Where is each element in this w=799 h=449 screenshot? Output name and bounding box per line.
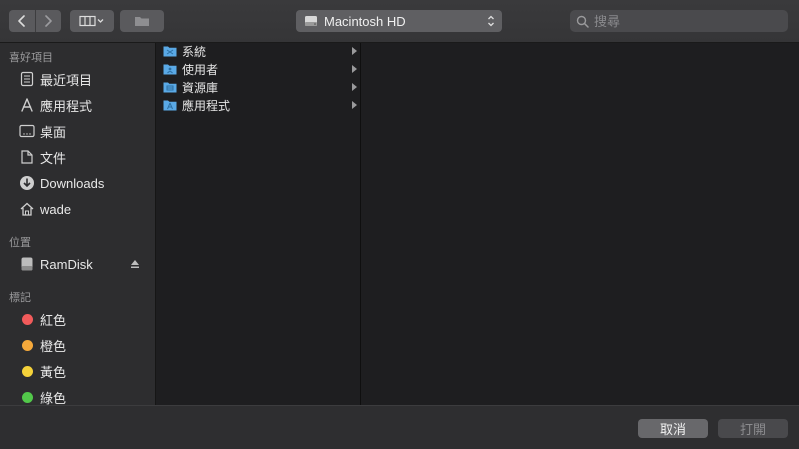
columns-icon: [79, 15, 104, 27]
sidebar-item-label: 紅色: [40, 312, 67, 328]
applications-icon: [18, 96, 36, 114]
sidebar-item-ramdisk[interactable]: RamDisk: [0, 252, 155, 276]
disclosure-arrow-icon: [352, 101, 357, 109]
location-label: Macintosh HD: [324, 13, 406, 29]
tag-orange-icon: [18, 336, 36, 354]
tag-yellow-icon: [18, 362, 36, 380]
new-folder-button[interactable]: [120, 10, 164, 32]
sidebar-item-desktop[interactable]: 桌面: [0, 119, 155, 143]
list-item-users[interactable]: 使用者: [156, 60, 360, 78]
sidebar: 喜好項目 最近項目 應用程式 桌面 文件 Downloads wade 位置 R…: [0, 43, 156, 405]
recents-icon: [18, 70, 36, 88]
tag-dot: [21, 391, 33, 403]
toolbar: Macintosh HD: [0, 0, 799, 43]
forward-button[interactable]: [34, 10, 62, 32]
home-icon: [18, 200, 36, 218]
sidebar-item-label: wade: [40, 201, 72, 217]
sidebar-item-label: 文件: [40, 150, 67, 166]
desktop-icon: [18, 122, 36, 140]
browser-column-1: 系統 使用者 資源庫 應用程式: [156, 43, 361, 405]
sidebar-item-label: 黃色: [40, 364, 67, 380]
cancel-button[interactable]: 取消: [638, 419, 708, 438]
sidebar-item-label: 橙色: [40, 338, 67, 354]
locations-heading: 位置: [9, 237, 31, 249]
sidebar-item-label: 最近項目: [40, 72, 93, 88]
sidebar-item-tag-green[interactable]: 綠色: [0, 385, 155, 405]
back-button[interactable]: [9, 10, 35, 32]
list-item-label: 系統: [182, 44, 207, 59]
sidebar-item-tag-orange[interactable]: 橙色: [0, 333, 155, 357]
open-button[interactable]: 打開: [718, 419, 788, 438]
list-item-applications[interactable]: 應用程式: [156, 96, 360, 114]
disclosure-arrow-icon: [352, 65, 357, 73]
disclosure-arrow-icon: [352, 83, 357, 91]
chevron-right-icon: [45, 15, 53, 27]
search-field[interactable]: [570, 10, 788, 32]
sidebar-item-documents[interactable]: 文件: [0, 145, 155, 169]
tags-heading: 標記: [9, 292, 31, 304]
browser-column-2: [361, 43, 799, 405]
applications-folder-icon: [163, 100, 177, 111]
sidebar-item-tag-red[interactable]: 紅色: [0, 307, 155, 331]
tag-green-icon: [18, 388, 36, 405]
sidebar-item-recents[interactable]: 最近項目: [0, 67, 155, 91]
sidebar-item-label: 桌面: [40, 124, 67, 140]
dialog-footer: 取消 打開: [0, 405, 799, 449]
library-folder-icon: [163, 82, 177, 93]
chevron-left-icon: [17, 15, 25, 27]
sidebar-item-label: RamDisk: [40, 256, 93, 272]
tag-dot: [21, 313, 33, 325]
search-input[interactable]: [594, 13, 774, 29]
list-item-system[interactable]: 系統: [156, 42, 360, 60]
list-item-label: 應用程式: [182, 98, 231, 113]
documents-icon: [18, 148, 36, 166]
disclosure-arrow-icon: [352, 47, 357, 55]
sidebar-item-label: 綠色: [40, 390, 67, 406]
sidebar-item-tag-yellow[interactable]: 黃色: [0, 359, 155, 383]
tag-red-icon: [18, 310, 36, 328]
sidebar-item-label: 應用程式: [40, 98, 93, 114]
drive-icon: [18, 255, 36, 273]
list-item-label: 資源庫: [182, 80, 219, 95]
list-item-label: 使用者: [182, 62, 219, 77]
folder-icon: [135, 17, 149, 26]
updown-chevron-icon: [488, 15, 494, 27]
eject-icon[interactable]: [130, 259, 140, 269]
hard-disk-icon: [305, 16, 317, 26]
sidebar-item-label: Downloads: [40, 175, 105, 191]
location-popup[interactable]: Macintosh HD: [296, 10, 502, 32]
sidebar-item-applications[interactable]: 應用程式: [0, 93, 155, 117]
list-item-library[interactable]: 資源庫: [156, 78, 360, 96]
users-folder-icon: [163, 64, 177, 75]
sidebar-item-downloads[interactable]: Downloads: [0, 171, 155, 195]
system-folder-icon: [163, 46, 177, 57]
sidebar-item-home[interactable]: wade: [0, 197, 155, 221]
downloads-icon: [18, 174, 36, 192]
tag-dot: [21, 365, 33, 377]
favorites-heading: 喜好項目: [9, 52, 53, 64]
tag-dot: [21, 339, 33, 351]
magnifier-icon: [576, 15, 589, 28]
navigation-group: [9, 10, 61, 32]
view-options-button[interactable]: [70, 10, 114, 32]
